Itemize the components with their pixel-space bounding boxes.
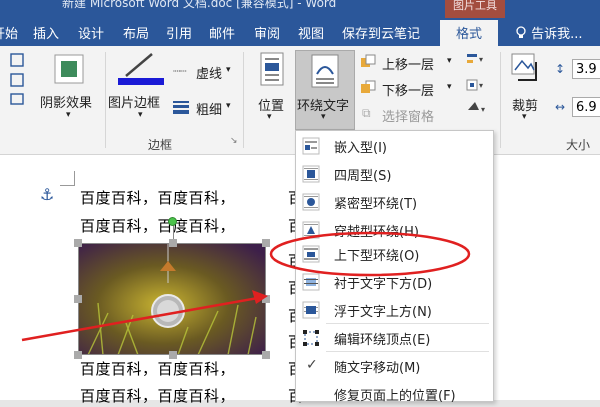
red-arrow-head [252, 290, 268, 304]
red-highlight-ellipse [269, 231, 471, 277]
annotation-overlay [21, 231, 471, 342]
red-arrow-line [21, 296, 259, 342]
